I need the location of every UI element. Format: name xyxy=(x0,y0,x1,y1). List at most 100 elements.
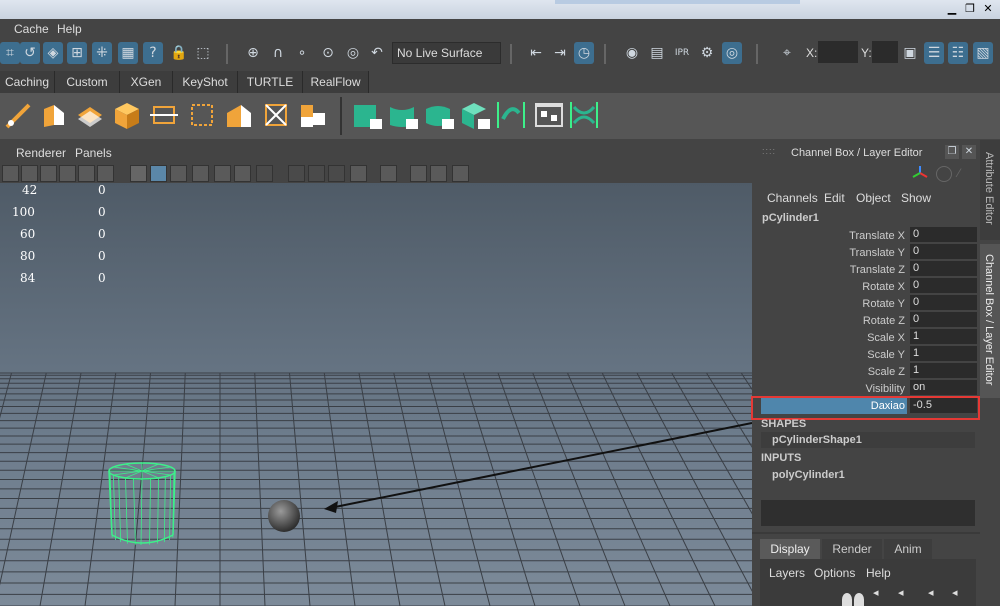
channel-value-scale-x[interactable]: 1 xyxy=(910,329,977,344)
channel-value-rotate-y[interactable]: 0 xyxy=(910,295,977,310)
channel-label-translate-y[interactable]: Translate Y xyxy=(849,247,905,259)
render-frame-icon[interactable]: ◉ xyxy=(622,42,642,64)
side-tab-attribute-editor[interactable]: Attribute Editor xyxy=(980,140,1000,240)
shelf-tab-caching[interactable]: Caching xyxy=(0,71,55,93)
channel-value-translate-x[interactable]: 0 xyxy=(910,227,977,242)
move-layer-up-icon[interactable]: ◂ xyxy=(928,586,942,599)
snap-point-toggle-icon[interactable]: ∘ xyxy=(292,42,312,64)
object-name[interactable]: pCylinder1 xyxy=(762,212,819,224)
anti-aliasing-icon[interactable] xyxy=(308,165,325,182)
uv-editor-icon[interactable] xyxy=(533,99,565,131)
new-layer-selected-icon[interactable]: ◂ xyxy=(898,586,912,599)
channel-label-translate-x[interactable]: Translate X xyxy=(849,230,905,242)
close-window-button[interactable]: ✕ xyxy=(980,2,996,16)
ipr-render-icon[interactable]: IPR xyxy=(672,42,692,64)
textured-icon[interactable] xyxy=(192,165,209,182)
restore-button[interactable]: ❐ xyxy=(962,2,978,16)
extrude-icon[interactable] xyxy=(38,99,70,131)
uv-unfold-icon[interactable] xyxy=(495,99,527,131)
channel-value-rotate-z[interactable]: 0 xyxy=(910,312,977,327)
channel-label-scale-x[interactable]: Scale X xyxy=(867,332,905,344)
channel-box-toggle-icon[interactable]: ▧ xyxy=(973,42,993,64)
smooth-shade-icon[interactable] xyxy=(150,165,167,182)
ep-curve-tool-icon[interactable] xyxy=(3,99,35,131)
3d-viewport[interactable]: 42 0 100 0 60 0 80 0 84 0 xyxy=(0,183,752,606)
shelf-tab-xgen[interactable]: XGen xyxy=(120,71,173,93)
bridge-icon[interactable] xyxy=(186,99,218,131)
channel-label-scale-z[interactable]: Scale Z xyxy=(868,366,905,378)
manipulator-icon[interactable] xyxy=(912,165,928,181)
y-field[interactable] xyxy=(872,41,898,63)
channel-value-scale-z[interactable]: 1 xyxy=(910,363,977,378)
channel-value-visibility[interactable]: on xyxy=(910,380,977,395)
lock-icon[interactable]: 🔒 xyxy=(169,42,189,64)
help-icon[interactable]: ? xyxy=(143,42,163,64)
channel-value-translate-y[interactable]: 0 xyxy=(910,244,977,259)
layer-tab-display[interactable]: Display xyxy=(760,539,820,559)
channel-label-rotate-z[interactable]: Rotate Z xyxy=(863,315,905,327)
select-tool-icon[interactable]: ⬚ xyxy=(193,42,213,64)
isolate-select-icon[interactable] xyxy=(380,165,397,182)
channel-value-scale-y[interactable]: 1 xyxy=(910,346,977,361)
layer-tab-render[interactable]: Render xyxy=(822,539,882,559)
channel-label-scale-y[interactable]: Scale Y xyxy=(867,349,905,361)
poly-plane-icon[interactable] xyxy=(74,99,106,131)
move-layer-down-icon[interactable]: ◂ xyxy=(952,586,966,599)
wireframe-icon[interactable] xyxy=(130,165,147,182)
screen-space-ao-icon[interactable] xyxy=(256,165,273,182)
input-ops-icon[interactable]: ⇤ xyxy=(526,42,546,64)
layer-menu-options[interactable]: Options xyxy=(814,566,855,580)
x-field[interactable] xyxy=(818,41,858,63)
attribute-editor-toggle-icon[interactable]: ☰ xyxy=(924,42,944,64)
side-tab-channel-box[interactable]: Channel Box / Layer Editor xyxy=(980,244,1000,398)
gate-mask-icon[interactable] xyxy=(59,165,76,182)
channel-label-rotate-y[interactable]: Rotate Y xyxy=(862,298,905,310)
resolution-gate-icon[interactable] xyxy=(40,165,57,182)
layer-visibility-icon[interactable] xyxy=(854,593,864,606)
uv-automatic-icon[interactable] xyxy=(460,99,492,131)
snap-surface-toggle-icon[interactable]: ◎ xyxy=(343,42,363,64)
layer-menu-help[interactable]: Help xyxy=(866,566,891,580)
shelf-tab-keyshot[interactable]: KeyShot xyxy=(173,71,238,93)
snap-grid-toggle-icon[interactable]: ⊕ xyxy=(243,42,263,64)
channel-label-rotate-x[interactable]: Rotate X xyxy=(862,281,905,293)
shadows-icon[interactable] xyxy=(234,165,251,182)
close-panel-icon[interactable]: ✕ xyxy=(962,145,976,159)
modeling-toolkit-icon[interactable]: ▣ xyxy=(900,42,920,64)
uv-spherical-icon[interactable] xyxy=(424,99,456,131)
xray-icon[interactable] xyxy=(350,165,367,182)
layer-menu-layers[interactable]: Layers xyxy=(769,566,805,580)
channel-label-translate-z[interactable]: Translate Z xyxy=(850,264,905,276)
shelf-tab-custom[interactable]: Custom xyxy=(55,71,120,93)
menu-help[interactable]: Help xyxy=(57,22,82,36)
uv-cylindrical-icon[interactable] xyxy=(388,99,420,131)
panel-menu-panels[interactable]: Panels xyxy=(75,146,112,160)
layer-tab-anim[interactable]: Anim xyxy=(884,539,932,559)
snap-grid-icon[interactable]: ⌗ xyxy=(0,42,20,64)
wireframe-on-shaded-icon[interactable] xyxy=(170,165,187,182)
uv-layout-icon[interactable] xyxy=(568,99,600,131)
snap-point-icon[interactable]: ◈ xyxy=(43,42,63,64)
poly-cube-icon[interactable] xyxy=(111,99,143,131)
minimize-button[interactable]: ▁ xyxy=(944,2,960,16)
float-panel-icon[interactable]: ❐ xyxy=(945,145,959,159)
cb-menu-edit[interactable]: Edit xyxy=(824,191,845,205)
field-chart-icon[interactable] xyxy=(78,165,95,182)
speed-icon[interactable] xyxy=(936,166,952,182)
snap-view-toggle-icon[interactable]: ⊙ xyxy=(318,42,338,64)
panel-divider[interactable] xyxy=(752,532,980,534)
shelf-tab-turtle[interactable]: TURTLE xyxy=(238,71,303,93)
output-ops-icon[interactable]: ⇥ xyxy=(550,42,570,64)
bevel-icon[interactable] xyxy=(148,99,180,131)
snap-curve-toggle-icon[interactable]: ∩ xyxy=(268,42,288,64)
make-live-icon[interactable]: ↶ xyxy=(367,42,387,64)
tool-settings-toggle-icon[interactable]: ☷ xyxy=(948,42,968,64)
live-surface-field[interactable]: No Live Surface xyxy=(392,42,501,64)
snap-curve-icon[interactable]: ↺ xyxy=(20,42,40,64)
render-view-icon[interactable]: ▦ xyxy=(118,42,138,64)
snap-surface-icon[interactable]: ⁜ xyxy=(92,42,112,64)
cb-menu-show[interactable]: Show xyxy=(901,191,931,205)
safe-title-icon[interactable] xyxy=(97,165,114,182)
grid-toggle-icon[interactable] xyxy=(2,165,19,182)
depth-of-field-icon[interactable] xyxy=(328,165,345,182)
